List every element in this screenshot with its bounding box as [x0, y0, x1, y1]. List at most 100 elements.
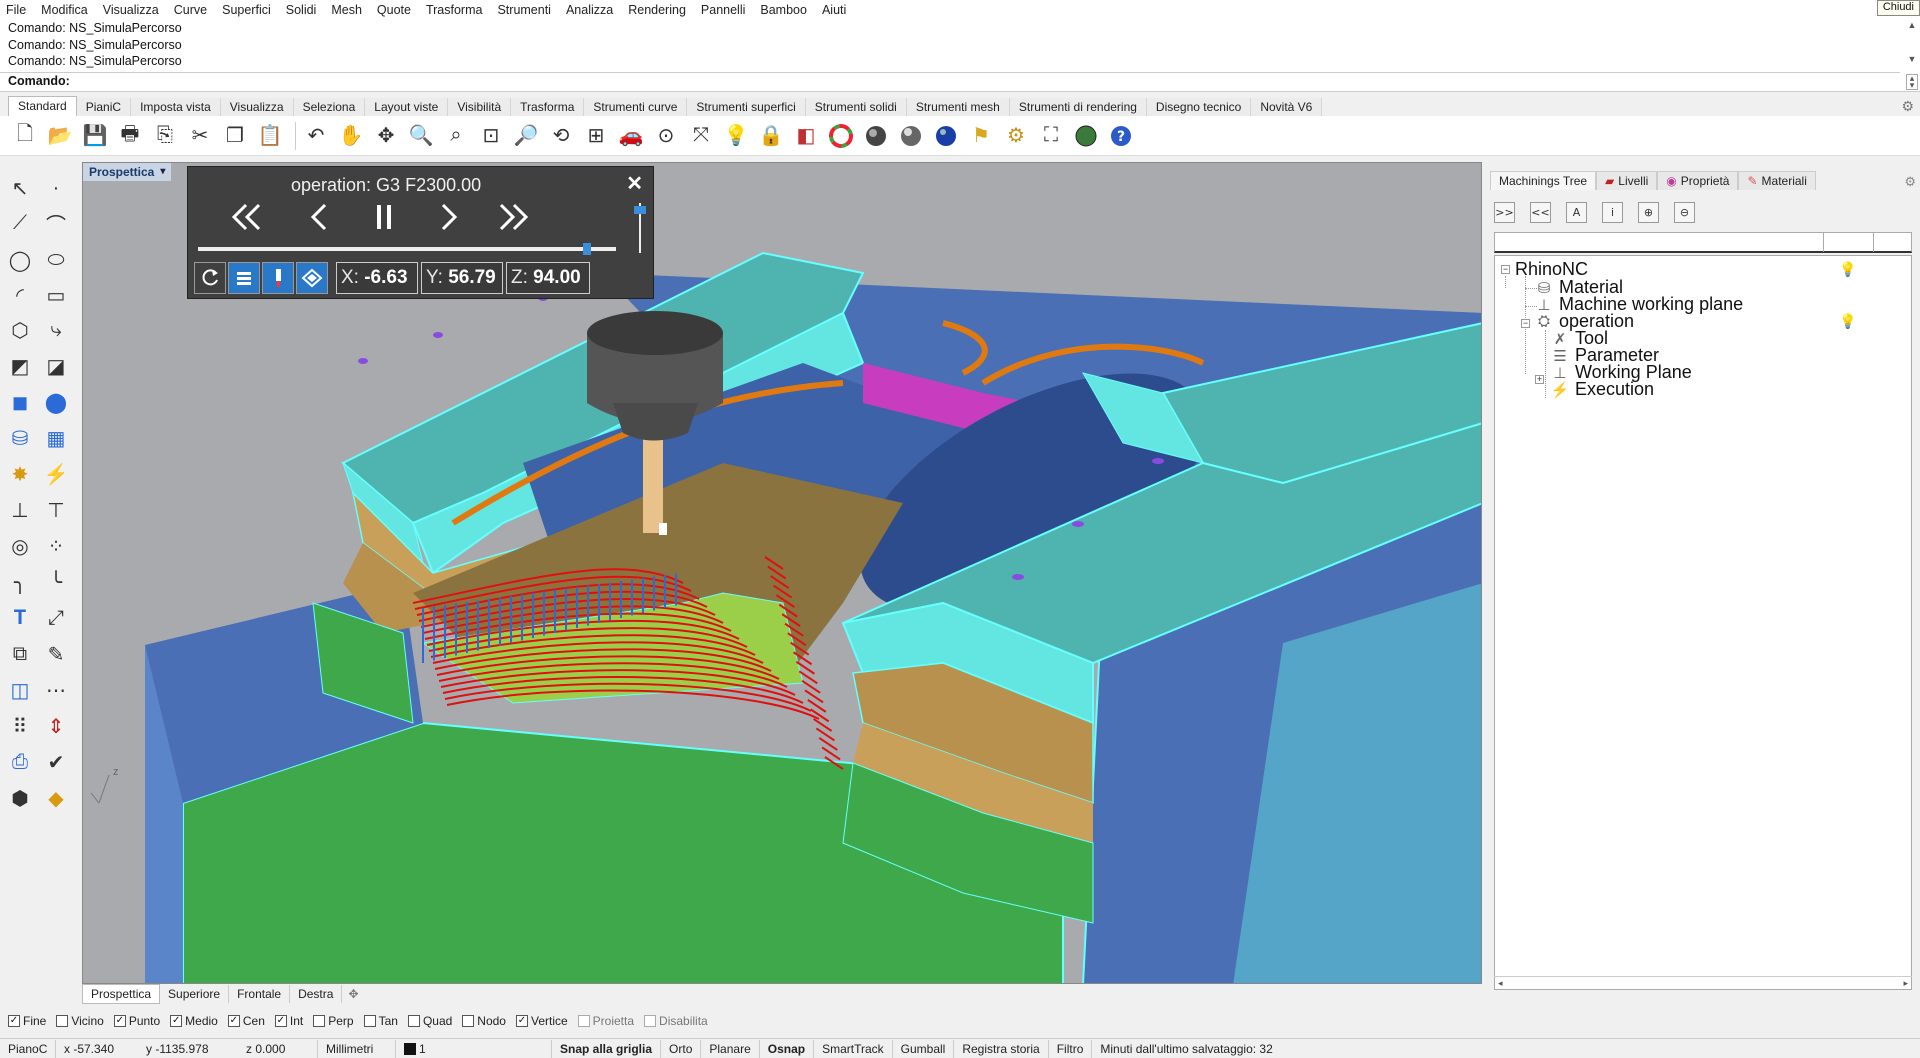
chevron-down-icon[interactable]: ▾ — [160, 163, 165, 181]
status-plane[interactable]: PianoC — [0, 1039, 56, 1058]
gumball-toggle[interactable]: Gumball — [893, 1039, 955, 1058]
layer-icon[interactable]: ◧ — [791, 121, 821, 151]
zoom-extents-icon[interactable]: ⊡ — [476, 121, 506, 151]
tab-frontale[interactable]: Frontale — [229, 985, 291, 1003]
text-icon[interactable]: 𝐓 — [5, 603, 35, 633]
grid-array-icon[interactable]: ⠿ — [5, 711, 35, 741]
box-icon[interactable]: ◼ — [5, 387, 35, 417]
copy-icon[interactable]: ❐ — [220, 121, 250, 151]
four-viewports-icon[interactable]: ⊞ — [581, 121, 611, 151]
tab-livelli[interactable]: ▰ Livelli — [1596, 171, 1658, 190]
rewind-icon[interactable] — [228, 197, 268, 237]
pause-icon[interactable] — [364, 197, 404, 237]
tab-machinings-tree[interactable]: Machinings Tree — [1490, 171, 1597, 190]
fillet-icon[interactable]: ╮ — [5, 567, 35, 597]
menu-pannelli[interactable]: Pannelli — [701, 3, 745, 17]
collapse-toggle-icon[interactable]: − — [1501, 265, 1510, 274]
menu-curve[interactable]: Curve — [174, 3, 207, 17]
menu-analizza[interactable]: Analizza — [566, 3, 613, 17]
tab-materiali[interactable]: ✎ Materiali — [1738, 171, 1816, 190]
lightning-icon[interactable]: ⚡ — [41, 459, 71, 489]
step-forward-icon[interactable] — [428, 197, 468, 237]
smarttrack-toggle[interactable]: SmartTrack — [814, 1039, 893, 1058]
gumball-move-icon[interactable]: ⇕ — [41, 711, 71, 741]
layout-icon[interactable]: ⎙ — [5, 747, 35, 777]
material-icon[interactable]: ◆ — [41, 783, 71, 813]
car-render-icon[interactable]: 🚗 — [616, 121, 646, 151]
tab-prospettica[interactable]: Prospettica — [82, 984, 161, 1004]
collapse-toggle-icon[interactable]: − — [1521, 319, 1530, 328]
checkbox[interactable] — [313, 1015, 326, 1027]
osnap-vicino[interactable]: Vicino — [56, 1014, 104, 1028]
checkbox[interactable] — [407, 1015, 420, 1027]
planare-toggle[interactable]: Planare — [701, 1039, 760, 1058]
orto-toggle[interactable]: Orto — [661, 1039, 702, 1058]
scroll-down-icon[interactable]: ▼ — [1906, 54, 1918, 64]
osnap-quad[interactable]: Quad — [407, 1014, 452, 1028]
help-icon[interactable]: ? — [1106, 121, 1136, 151]
menu-aiuti[interactable]: Aiuti — [822, 3, 846, 17]
split-icon[interactable]: ⊤ — [41, 495, 71, 525]
zoom-out-button[interactable]: ⊖ — [1674, 202, 1695, 223]
gear-icon[interactable]: ⚙ — [1001, 121, 1031, 151]
new-icon[interactable]: 🗋 — [10, 121, 40, 151]
menu-rendering[interactable]: Rendering — [628, 3, 686, 17]
cut-icon[interactable]: ✂ — [185, 121, 215, 151]
undo-icon[interactable]: ↶ — [301, 121, 331, 151]
snap-grid-toggle[interactable]: Snap alla griglia — [552, 1039, 662, 1058]
osnap-fine[interactable]: ✓ Fine — [8, 1014, 46, 1028]
checkbox[interactable]: ✓ — [113, 1015, 126, 1027]
solids-icon[interactable]: ⬤ — [41, 387, 71, 417]
curve-icon[interactable]: ⌒ — [41, 208, 71, 238]
group-icon[interactable]: ⧉ — [5, 639, 35, 669]
status-units[interactable]: Millimetri — [318, 1039, 396, 1058]
zoom-icon[interactable]: 🔍 — [406, 121, 436, 151]
layers-stock-icon[interactable] — [228, 262, 260, 294]
zoom-selected-icon[interactable]: 🔎 — [511, 121, 541, 151]
ellipse-icon[interactable]: ⬭ — [41, 245, 71, 275]
edit-icon[interactable]: ✎ — [41, 639, 71, 669]
light-icon[interactable]: 💡 — [721, 121, 751, 151]
tab-strumenti-rendering[interactable]: Strumenti di rendering — [1009, 98, 1147, 116]
viewport-title[interactable]: Prospettica ▾ — [83, 163, 172, 181]
plane-display-icon[interactable] — [296, 262, 328, 294]
checkbox[interactable]: ✓ — [515, 1015, 528, 1027]
menu-strumenti[interactable]: Strumenti — [497, 3, 551, 17]
tab-pianic[interactable]: PianiC — [76, 98, 132, 116]
osnap-disabilita[interactable]: Disabilita — [644, 1014, 708, 1028]
expand-all-button[interactable]: >> — [1494, 202, 1515, 223]
tab-disegno-tecnico[interactable]: Disegno tecnico — [1146, 98, 1252, 116]
menu-solidi[interactable]: Solidi — [286, 3, 317, 17]
point-icon[interactable]: · — [41, 173, 71, 203]
menu-visualizza[interactable]: Visualizza — [103, 3, 159, 17]
tab-layout-viste[interactable]: Layout viste — [365, 98, 449, 116]
text-button[interactable]: A — [1566, 202, 1587, 223]
osnap-proietta[interactable]: Proietta — [577, 1014, 634, 1028]
osnap-toggle[interactable]: Osnap — [760, 1039, 815, 1058]
tool-display-icon[interactable] — [262, 262, 294, 294]
osnap-tan[interactable]: Tan — [363, 1014, 398, 1028]
rotate-view-icon[interactable]: ✥ — [371, 121, 401, 151]
shaded-sphere-icon[interactable] — [861, 121, 891, 151]
trim-icon[interactable]: ⊥ — [5, 495, 35, 525]
tab-strumenti-superfici[interactable]: Strumenti superfici — [687, 98, 806, 116]
menu-bamboo[interactable]: Bamboo — [760, 3, 807, 17]
tab-visualizza[interactable]: Visualizza — [220, 98, 294, 116]
polygon-icon[interactable]: ⬡ — [5, 315, 35, 345]
tree-node-execution[interactable]: ⚡ Execution — [1549, 379, 1654, 400]
globe-icon[interactable] — [1071, 121, 1101, 151]
osnap-nodo[interactable]: Nodo — [462, 1014, 506, 1028]
simulation-progress-handle[interactable] — [582, 243, 591, 255]
history-toggle[interactable]: Registra storia — [954, 1039, 1049, 1058]
osnap-perp[interactable]: Perp — [313, 1014, 354, 1028]
dimension-icon[interactable]: ⤢ — [41, 603, 71, 633]
osnap-icon[interactable]: ⊙ — [651, 121, 681, 151]
gear-icon[interactable]: ⚙ — [1904, 174, 1916, 190]
color-wheel-icon[interactable] — [826, 121, 856, 151]
horizontal-scrollbar[interactable]: ◂ ▸ — [1494, 976, 1912, 990]
menu-superfici[interactable]: Superfici — [222, 3, 271, 17]
render-box-icon[interactable]: ⬢ — [5, 783, 35, 813]
checkbox[interactable]: ✓ — [274, 1015, 287, 1027]
osnap-medio[interactable]: ✓ Medio — [170, 1014, 218, 1028]
tab-novita-v6[interactable]: Novità V6 — [1251, 98, 1323, 116]
